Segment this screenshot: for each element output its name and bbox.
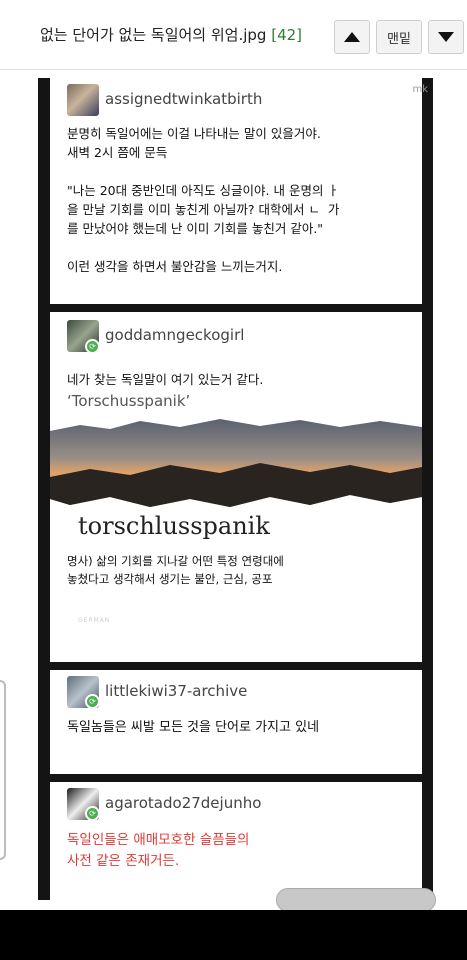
post-title: 없는 단어가 없는 독일어의 위엄.jpg [42] [40, 24, 302, 45]
go-bottom-button[interactable]: 맨밑 [376, 20, 422, 54]
reblog-icon: ⟳ [85, 806, 100, 821]
username: agarotado27dejunho [105, 794, 262, 812]
tumblr-post-card: mk assignedtwinkatbirth 분명히 독일어에는 이걸 나타내… [50, 78, 428, 304]
tumblr-post-card: ⟳ littlekiwi37-archive 독일놈들은 씨발 모든 것을 단어… [50, 670, 422, 774]
avatar [67, 84, 99, 116]
triangle-down-icon [438, 32, 454, 42]
scroll-down-button[interactable] [428, 20, 464, 54]
word-definition: 명사) 삶의 기회를 지나갈 어떤 특정 연령대에 놓쳤다고 생각해서 생기는 … [67, 554, 284, 586]
post-text: 네가 찾는 독일말이 여기 있는거 같다. [67, 372, 264, 387]
triangle-up-icon [344, 32, 360, 42]
post-text: 독일인들은 애매모호한 슬픔들의 사전 같은 존재거든. [67, 832, 250, 869]
tumblr-post-card: ⟳ goddamngeckogirl 네가 찾는 독일말이 여기 있는거 같다.… [50, 312, 422, 662]
reblog-icon: ⟳ [85, 339, 100, 354]
floating-pill-button[interactable] [276, 888, 436, 912]
username: littlekiwi37-archive [105, 682, 248, 700]
image-watermark: mk [412, 84, 428, 95]
post-title-text: 없는 단어가 없는 독일어의 위엄.jpg [40, 26, 267, 44]
sunset-photo [50, 419, 422, 507]
comment-count[interactable]: [42] [271, 26, 302, 44]
username: assignedtwinkatbirth [105, 90, 263, 108]
post-text: 분명히 독일어에는 이걸 나타내는 말이 있을거야. 새벽 2시 쯤에 문득 "… [67, 126, 340, 274]
scroll-up-button[interactable] [334, 20, 370, 54]
quoted-word: ‘Torschusspanik’ [67, 392, 191, 410]
tumblr-post-card: ⟳ agarotado27dejunho 독일인들은 애매모호한 슬픔들의 사전… [50, 782, 422, 900]
post-image: mk assignedtwinkatbirth 분명히 독일어에는 이걸 나타내… [38, 78, 433, 900]
post-text: 독일놈들은 씨발 모든 것을 단어로 가지고 있네 [67, 720, 320, 735]
dictionary-word: torschlusspanik [78, 512, 270, 540]
reblog-icon: ⟳ [85, 694, 100, 709]
source-footnote: GERMAN [78, 617, 111, 624]
side-scroll-handle[interactable] [0, 680, 6, 860]
screen-bottom-bar [0, 910, 467, 960]
username: goddamngeckogirl [105, 326, 245, 344]
post-header-bar: 없는 단어가 없는 독일어의 위엄.jpg [42] 맨밑 [0, 0, 467, 70]
